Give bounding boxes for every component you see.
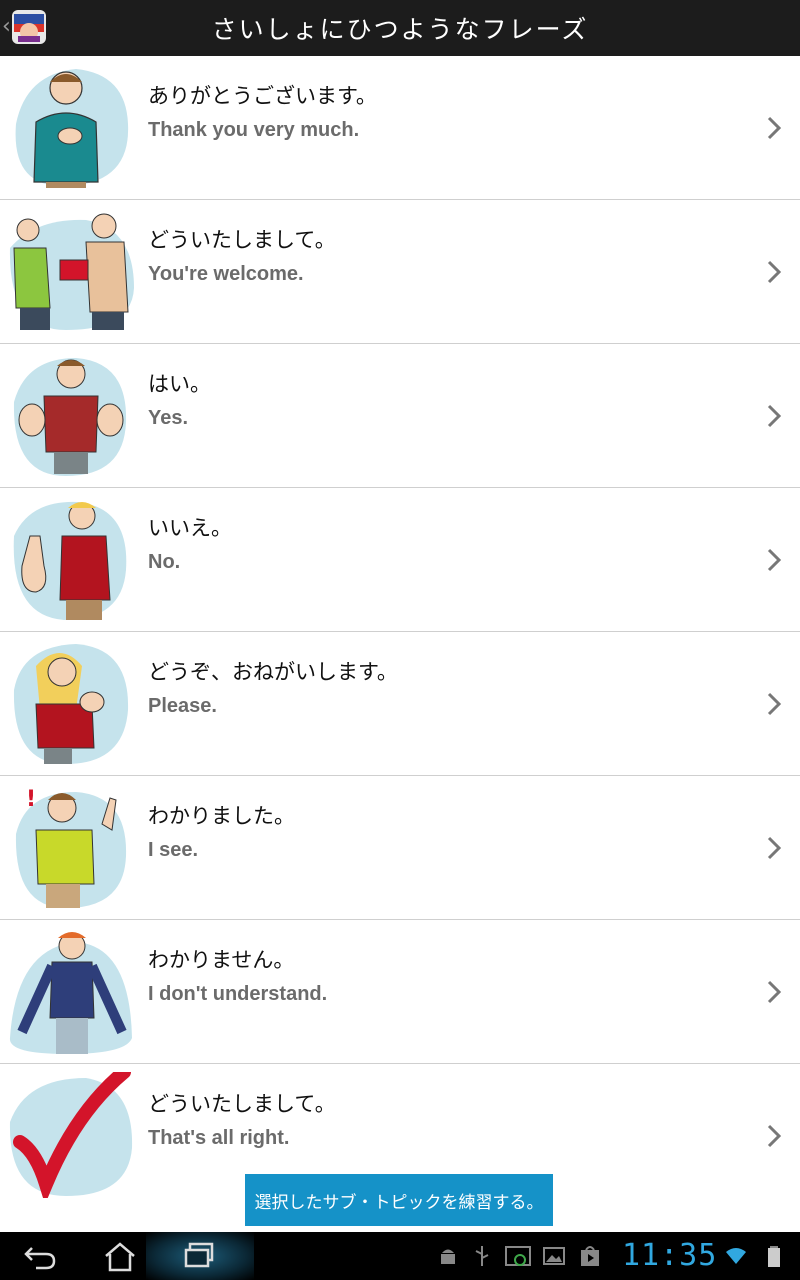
- svg-text:!: !: [26, 787, 36, 812]
- welcome-illustration: [9, 213, 134, 330]
- battery-icon: [768, 1246, 780, 1267]
- phrase-japanese: どういたしまして。: [148, 228, 336, 252]
- chevron-right-icon: [767, 1124, 782, 1147]
- play-store-icon: [581, 1246, 599, 1266]
- list-item[interactable]: どうぞ、おねがいします。 Please.: [0, 632, 800, 776]
- recent-apps-icon[interactable]: [180, 1240, 220, 1272]
- phrase-japanese: いいえ。: [148, 516, 232, 540]
- list-item[interactable]: わかりません。 I don't understand.: [0, 920, 800, 1064]
- home-icon[interactable]: [100, 1240, 140, 1272]
- system-navigation-bar: 11:35: [0, 1232, 800, 1280]
- phrase-english: Thank you very much.: [148, 119, 360, 141]
- practice-button-label: 選択したサブ・トピックを練習する。: [254, 1192, 544, 1213]
- page-title: さいしょにひつようなフレーズ: [211, 15, 589, 44]
- phrase-japanese: わかりません。: [148, 948, 295, 972]
- phrase-english: Please.: [148, 695, 217, 717]
- clock: 11:35: [622, 1238, 718, 1273]
- wifi-icon: [726, 1248, 746, 1264]
- phrase-english: I don't understand.: [148, 983, 328, 1005]
- chevron-right-icon: [767, 836, 782, 859]
- screenshot-icon: [505, 1246, 531, 1266]
- android-debug-icon: [441, 1249, 455, 1264]
- thank-you-illustration: [15, 69, 129, 188]
- back-icon[interactable]: [20, 1240, 60, 1272]
- practice-button[interactable]: 選択したサブ・トピックを練習する。: [245, 1174, 553, 1226]
- phrase-english: You're welcome.: [148, 263, 304, 285]
- phrase-english: That's all right.: [148, 1127, 290, 1149]
- list-item[interactable]: ! わかりました。 I see.: [0, 776, 800, 920]
- phrase-japanese: はい。: [148, 372, 211, 396]
- phrase-japanese: どういたしまして。: [148, 1092, 336, 1116]
- thumbs-up-illustration: [13, 358, 127, 476]
- list-item[interactable]: ありがとうございます。 Thank you very much.: [0, 56, 800, 200]
- dont-understand-illustration: [9, 932, 132, 1054]
- phrase-list: ありがとうございます。 Thank you very much. どういたしまし…: [0, 56, 800, 1207]
- chevron-right-icon: [767, 260, 782, 283]
- chevron-right-icon: [767, 116, 782, 139]
- phrase-english: I see.: [148, 839, 199, 861]
- list-item[interactable]: いいえ。 No.: [0, 488, 800, 632]
- chevron-right-icon: [767, 692, 782, 715]
- no-illustration: [13, 501, 127, 620]
- please-illustration: [13, 644, 129, 764]
- action-bar: ‹ さいしょにひつようなフレーズ: [0, 0, 800, 56]
- list-item[interactable]: はい。 Yes.: [0, 344, 800, 488]
- list-item[interactable]: どういたしまして。 You're welcome.: [0, 200, 800, 344]
- chevron-right-icon: [767, 404, 782, 427]
- phrase-japanese: わかりました。: [148, 804, 295, 828]
- chevron-right-icon: [767, 548, 782, 571]
- phrase-japanese: どうぞ、おねがいします。: [148, 660, 398, 684]
- usb-icon: [475, 1246, 489, 1266]
- chevron-right-icon: [767, 980, 782, 1003]
- phrase-english: No.: [148, 551, 181, 573]
- phrase-english: Yes.: [148, 407, 189, 429]
- checkmark-illustration: [9, 1072, 133, 1198]
- gallery-icon: [543, 1247, 565, 1265]
- phrase-japanese: ありがとうございます。: [148, 84, 377, 108]
- i-see-illustration: !: [15, 787, 127, 908]
